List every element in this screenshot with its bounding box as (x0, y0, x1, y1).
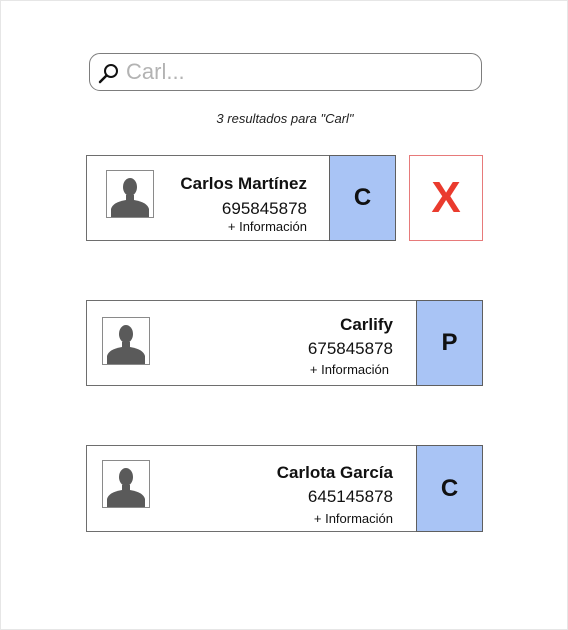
app-frame: 3 resultados para "Carl" Carlos Martínez… (0, 0, 568, 630)
avatar (102, 460, 150, 508)
contact-initial-badge[interactable]: C (416, 445, 483, 532)
person-icon (107, 325, 145, 364)
contact-name: Carlos Martínez (180, 174, 307, 193)
person-icon (107, 468, 145, 507)
contact-card[interactable]: Carlify 675845878 + Información (86, 300, 417, 386)
contact-name: Carlify (340, 315, 393, 334)
person-icon (111, 178, 149, 217)
contact-phone: 645145878 (307, 487, 393, 506)
contact-initial-badge[interactable]: C (329, 155, 396, 241)
avatar (106, 170, 154, 218)
contact-card[interactable]: Carlos Martínez 695845878 + Información (86, 155, 330, 241)
more-info-link[interactable]: + Información (228, 219, 307, 234)
search-input[interactable] (126, 58, 466, 86)
contact-phone: 695845878 (221, 199, 307, 218)
contact-phone: 675845878 (307, 339, 393, 358)
search-bar[interactable] (89, 53, 482, 91)
search-icon (98, 64, 118, 84)
delete-button[interactable]: X (409, 155, 483, 241)
avatar (102, 317, 150, 365)
contact-initial-badge[interactable]: P (416, 300, 483, 386)
contact-name: Carlota García (276, 463, 393, 482)
results-count: 3 resultados para "Carl" (216, 111, 354, 126)
more-info-link[interactable]: + Información (310, 362, 389, 377)
contact-card[interactable]: Carlota García 645145878 + Información (86, 445, 417, 532)
more-info-link[interactable]: + Información (314, 511, 393, 526)
